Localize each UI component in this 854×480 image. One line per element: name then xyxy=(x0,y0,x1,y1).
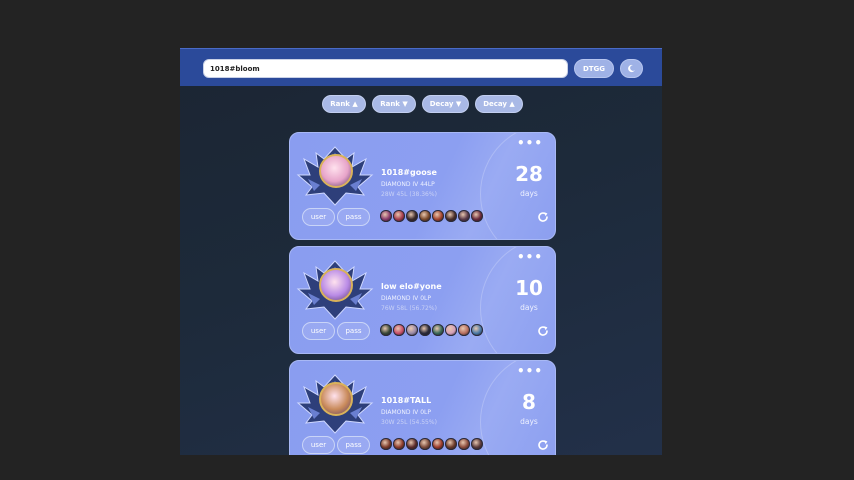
top-bar: DTGG xyxy=(180,48,662,86)
account-rank: DIAMOND IV 0LP xyxy=(381,295,431,302)
champion-icon xyxy=(393,438,405,450)
sort-rank-desc-button[interactable]: Rank ▼ xyxy=(372,95,416,113)
champion-icon xyxy=(419,324,431,336)
user-button-label: user xyxy=(310,441,327,449)
user-button-label: user xyxy=(310,327,327,335)
champion-icon xyxy=(471,324,483,336)
decay-days-count: 8 xyxy=(522,390,536,414)
sort-label: Decay ▼ xyxy=(429,100,462,108)
champion-icon xyxy=(393,324,405,336)
recent-champions xyxy=(380,438,483,450)
pass-button-label: pass xyxy=(345,213,362,221)
more-options-icon[interactable]: ••• xyxy=(517,137,543,149)
recent-champions xyxy=(380,210,483,222)
copy-pass-button[interactable]: pass xyxy=(337,208,370,226)
copy-user-button[interactable]: user xyxy=(302,322,335,340)
copy-pass-button[interactable]: pass xyxy=(337,322,370,340)
copy-user-button[interactable]: user xyxy=(302,436,335,454)
win-loss-record: 30W 25L (54.55%) xyxy=(381,419,437,426)
champion-icon xyxy=(380,324,392,336)
sort-decay-asc-button[interactable]: Decay ▲ xyxy=(475,95,523,113)
app-window: DTGG Rank ▲ Rank ▼ Decay ▼ Decay ▲ 1018#… xyxy=(180,48,662,455)
account-rank: DIAMOND IV 44LP xyxy=(381,181,435,188)
sort-decay-desc-button[interactable]: Decay ▼ xyxy=(422,95,469,113)
champion-icon xyxy=(445,324,457,336)
pass-button-label: pass xyxy=(345,327,362,335)
decay-days-label: days xyxy=(520,303,538,312)
champion-icon xyxy=(458,210,470,222)
champion-icon xyxy=(393,210,405,222)
champion-icon xyxy=(406,438,418,450)
sort-label: Rank ▲ xyxy=(330,100,358,108)
account-name: low elo#yone xyxy=(381,282,442,291)
recent-champions xyxy=(380,324,483,336)
account-card: 1018#goose DIAMOND IV 44LP 28W 45L (38.3… xyxy=(289,132,556,240)
dtgg-label: DTGG xyxy=(582,64,606,73)
champion-icon xyxy=(419,210,431,222)
refresh-icon[interactable] xyxy=(537,439,549,451)
pass-button-label: pass xyxy=(345,441,362,449)
win-loss-record: 76W 58L (56.72%) xyxy=(381,305,437,312)
account-name: 1018#TALL xyxy=(381,396,432,405)
copy-user-button[interactable]: user xyxy=(302,208,335,226)
champion-icon xyxy=(380,438,392,450)
profile-icon xyxy=(319,268,353,302)
decay-days-label: days xyxy=(520,417,538,426)
decay-days-label: days xyxy=(520,189,538,198)
champion-icon xyxy=(458,438,470,450)
copy-pass-button[interactable]: pass xyxy=(337,436,370,454)
sort-label: Rank ▼ xyxy=(380,100,408,108)
champion-icon xyxy=(471,438,483,450)
champion-icon xyxy=(432,210,444,222)
refresh-icon[interactable] xyxy=(537,325,549,337)
decay-days-count: 28 xyxy=(515,162,543,186)
user-button-label: user xyxy=(310,213,327,221)
more-options-icon[interactable]: ••• xyxy=(517,251,543,263)
account-card: 1018#TALL DIAMOND IV 0LP 30W 25L (54.55%… xyxy=(289,360,556,455)
champion-icon xyxy=(432,438,444,450)
champion-icon xyxy=(406,324,418,336)
profile-icon xyxy=(319,154,353,188)
moon-icon xyxy=(628,64,635,73)
champion-icon xyxy=(432,324,444,336)
win-loss-record: 28W 45L (38.36%) xyxy=(381,191,437,198)
account-name: 1018#goose xyxy=(381,168,437,177)
search-input[interactable] xyxy=(203,59,568,78)
more-options-icon[interactable]: ••• xyxy=(517,365,543,377)
champion-icon xyxy=(445,210,457,222)
champion-icon xyxy=(445,438,457,450)
profile-icon xyxy=(319,382,353,416)
refresh-icon[interactable] xyxy=(537,211,549,223)
champion-icon xyxy=(419,438,431,450)
champion-icon xyxy=(458,324,470,336)
sort-label: Decay ▲ xyxy=(483,100,515,108)
account-card: low elo#yone DIAMOND IV 0LP 76W 58L (56.… xyxy=(289,246,556,354)
champion-icon xyxy=(406,210,418,222)
theme-toggle-button[interactable] xyxy=(620,59,643,78)
sort-rank-asc-button[interactable]: Rank ▲ xyxy=(322,95,366,113)
dtgg-button[interactable]: DTGG xyxy=(574,59,614,78)
account-rank: DIAMOND IV 0LP xyxy=(381,409,431,416)
decay-days-count: 10 xyxy=(515,276,543,300)
champion-icon xyxy=(471,210,483,222)
champion-icon xyxy=(380,210,392,222)
